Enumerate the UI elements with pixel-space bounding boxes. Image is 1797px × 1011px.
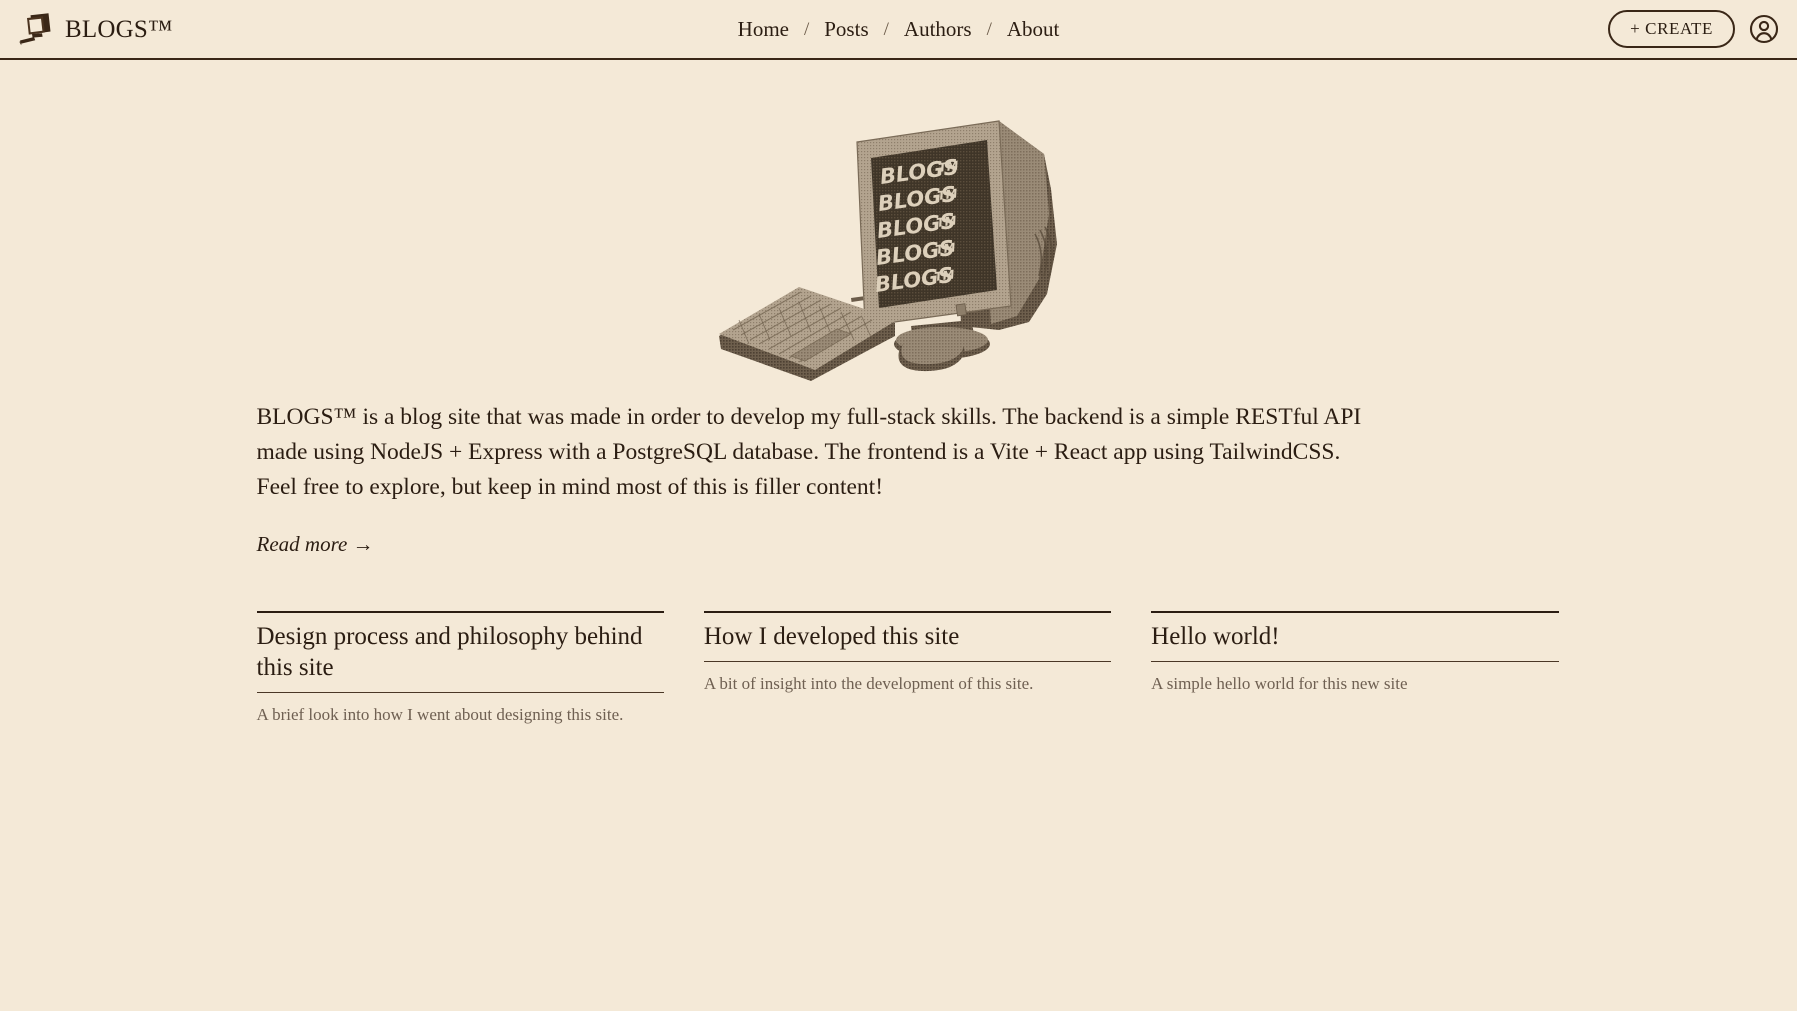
nav-item-home[interactable]: Home xyxy=(726,18,801,40)
svg-text:TM: TM xyxy=(933,267,955,284)
svg-text:TM: TM xyxy=(934,240,956,257)
read-more-link[interactable]: Read more → xyxy=(257,532,374,557)
nav-separator: / xyxy=(986,18,992,40)
post-title: Hello world! xyxy=(1151,621,1559,662)
main-content: BLOGS TM BLOGS TM BLOGS TM BLOGS TM BLOG… xyxy=(0,60,1797,726)
svg-text:TM: TM xyxy=(936,186,958,203)
post-card[interactable]: How I developed this site A bit of insig… xyxy=(703,611,1112,726)
svg-text:TM: TM xyxy=(937,158,959,175)
content-column: BLOGS™ is a blog site that was made in o… xyxy=(239,400,1559,726)
nav-item-posts[interactable]: Posts xyxy=(812,18,880,40)
post-description: A bit of insight into the development of… xyxy=(703,674,1034,693)
user-account-button[interactable] xyxy=(1749,14,1779,44)
post-title: Design process and philosophy behind thi… xyxy=(256,621,664,693)
brand-logo-link[interactable]: BLOGS™ xyxy=(18,12,173,46)
brand-name: BLOGS™ xyxy=(65,15,173,43)
hero-section: BLOGS TM BLOGS TM BLOGS TM BLOGS TM BLOG… xyxy=(0,94,1797,384)
svg-text:TM: TM xyxy=(935,213,957,230)
nav-item-authors[interactable]: Authors xyxy=(892,18,984,40)
intro-paragraph: BLOGS™ is a blog site that was made in o… xyxy=(256,404,1362,500)
post-card[interactable]: Hello world! A simple hello world for th… xyxy=(1151,611,1559,726)
post-list: Design process and philosophy behind thi… xyxy=(256,611,1559,726)
create-button[interactable]: + CREATE xyxy=(1608,10,1735,48)
post-description: A brief look into how I went about desig… xyxy=(256,705,624,724)
header-actions: + CREATE xyxy=(1608,10,1779,48)
site-header: BLOGS™ Home / Posts / Authors / About + … xyxy=(0,0,1797,60)
computer-monitor-icon xyxy=(18,12,54,46)
main-nav: Home / Posts / Authors / About xyxy=(726,0,1072,58)
nav-separator: / xyxy=(803,18,810,40)
nav-separator: / xyxy=(883,18,889,40)
post-title: How I developed this site xyxy=(703,621,1112,662)
crt-computer-illustration: BLOGS TM BLOGS TM BLOGS TM BLOGS TM BLOG… xyxy=(699,94,1099,384)
nav-item-about[interactable]: About xyxy=(995,18,1072,40)
post-card[interactable]: Design process and philosophy behind thi… xyxy=(256,611,664,726)
user-account-icon xyxy=(1749,14,1779,47)
post-description: A simple hello world for this new site xyxy=(1151,674,1408,693)
